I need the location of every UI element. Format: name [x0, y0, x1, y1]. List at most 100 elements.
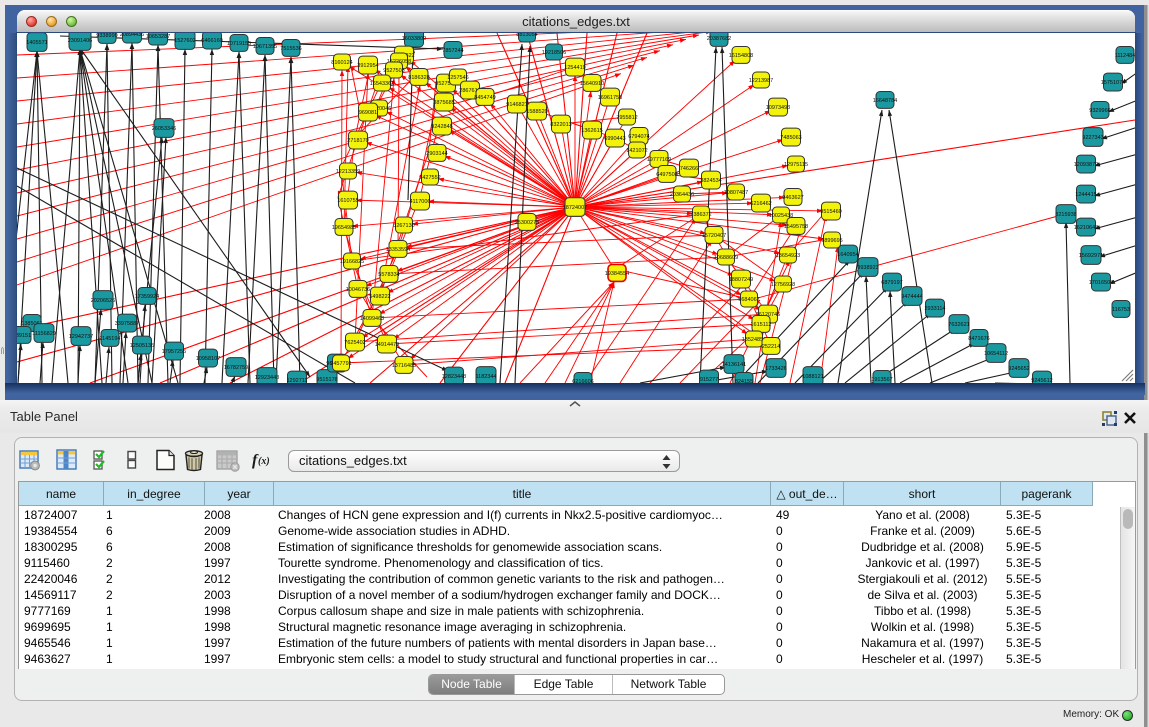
svg-text:16154808: 16154808 [729, 53, 753, 59]
svg-text:5578334: 5578334 [378, 272, 399, 278]
svg-text:20364436: 20364436 [670, 192, 694, 198]
svg-text:10807487: 10807487 [724, 190, 748, 196]
svg-text:8813054: 8813054 [516, 33, 537, 38]
svg-text:1640954: 1640954 [837, 252, 858, 258]
svg-text:20894436: 20894436 [120, 33, 144, 38]
svg-text:8454749: 8454749 [474, 95, 495, 101]
svg-text:9684067: 9684067 [738, 297, 759, 303]
svg-text:3912954: 3912954 [357, 63, 378, 69]
svg-text:969081: 969081 [359, 110, 377, 116]
svg-text:1362615: 1362615 [581, 128, 602, 134]
svg-text:16543362: 16543362 [370, 81, 394, 87]
svg-text:14136141: 14136141 [722, 362, 746, 368]
svg-text:12756928: 12756928 [771, 282, 795, 288]
svg-text:7955812: 7955812 [616, 115, 637, 121]
svg-text:1254419: 1254419 [564, 65, 585, 71]
svg-text:116753: 116753 [1112, 307, 1130, 313]
svg-text:16961758: 16961758 [598, 95, 622, 101]
svg-text:9474444: 9474444 [901, 294, 922, 300]
svg-text:746266: 746266 [680, 166, 698, 172]
svg-text:11156829: 11156829 [32, 331, 56, 337]
svg-text:3824534: 3824534 [700, 178, 721, 184]
svg-text:15751074: 15751074 [1101, 80, 1125, 86]
svg-text:9242848: 9242848 [431, 124, 452, 130]
svg-text:15692971: 15692971 [1079, 253, 1103, 259]
svg-text:15640910: 15640910 [580, 81, 604, 87]
svg-text:4117006: 4117006 [409, 199, 430, 205]
svg-text:19654985: 19654985 [332, 225, 356, 231]
svg-text:26053346: 26053346 [152, 126, 176, 132]
svg-text:139151: 139151 [17, 333, 31, 339]
svg-text:8215938: 8215938 [1055, 212, 1076, 218]
svg-text:9227343: 9227343 [1082, 135, 1103, 141]
svg-text:9938923: 9938923 [857, 265, 878, 271]
svg-text:1182344: 1182344 [475, 374, 496, 380]
svg-text:8471676: 8471676 [968, 336, 989, 342]
svg-text:9146821: 9146821 [506, 102, 527, 108]
svg-text:17957255: 17957255 [162, 349, 186, 355]
svg-text:13654923: 13654923 [776, 253, 800, 259]
svg-text:20387682: 20387682 [707, 36, 731, 42]
svg-text:12213987: 12213987 [749, 78, 773, 84]
svg-text:25300273: 25300273 [515, 220, 539, 226]
svg-text:15495758: 15495758 [784, 224, 808, 230]
svg-text:8160124: 8160124 [331, 60, 352, 66]
svg-text:10958107: 10958107 [196, 356, 220, 362]
svg-text:16782759: 16782759 [224, 365, 248, 371]
svg-text:9899695: 9899695 [821, 238, 842, 244]
svg-text:18807249: 18807249 [729, 277, 753, 283]
svg-text:3875685: 3875685 [433, 100, 454, 106]
svg-text:2933114: 2933114 [924, 306, 945, 312]
svg-text:1615112: 1615112 [750, 322, 771, 328]
svg-text:5498222: 5498222 [369, 294, 390, 300]
svg-text:10671355: 10671355 [253, 44, 277, 50]
svg-text:7485063: 7485063 [780, 135, 801, 141]
svg-text:12942737: 12942737 [69, 334, 93, 340]
svg-text:7857244: 7857244 [442, 48, 463, 54]
svg-text:1421072: 1421072 [626, 148, 647, 154]
svg-text:9427552: 9427552 [419, 175, 440, 181]
svg-text:13716485: 13716485 [392, 363, 416, 369]
svg-text:6466160: 6466160 [201, 38, 222, 44]
svg-text:1145194: 1145194 [99, 336, 120, 342]
svg-text:1610755: 1610755 [337, 198, 358, 204]
svg-text:10719155: 10719155 [227, 41, 251, 47]
svg-text:16033809: 16033809 [402, 36, 426, 42]
svg-text:7625402: 7625402 [344, 340, 365, 346]
svg-text:19777169: 19777169 [647, 157, 671, 163]
svg-text:17359924: 17359924 [135, 294, 159, 300]
svg-text:12923448: 12923448 [255, 375, 279, 381]
svg-text:1527602: 1527602 [174, 38, 195, 44]
svg-text:6879197: 6879197 [881, 280, 902, 286]
svg-text:6990443: 6990443 [604, 136, 625, 142]
svg-text:7632621: 7632621 [948, 322, 969, 328]
svg-text:19166825: 19166825 [340, 259, 364, 265]
svg-text:9329966: 9329966 [1089, 108, 1110, 114]
svg-text:1733426: 1733426 [765, 366, 786, 372]
svg-text:1112484: 1112484 [1115, 53, 1135, 59]
svg-text:252214: 252214 [762, 344, 780, 350]
svg-text:1257546: 1257546 [447, 75, 468, 81]
svg-text:1588520: 1588520 [526, 109, 547, 115]
svg-text:12823448: 12823448 [442, 374, 466, 380]
svg-text:20206526: 20206526 [91, 298, 115, 304]
svg-text:17016504: 17016504 [1089, 280, 1113, 286]
svg-text:8322013: 8322013 [550, 122, 571, 128]
svg-text:19384554: 19384554 [605, 271, 629, 277]
svg-text:12975115: 12975115 [784, 162, 808, 168]
svg-text:8186328: 8186328 [408, 75, 429, 81]
svg-text:7515536: 7515536 [280, 46, 301, 52]
svg-text:16210643: 16210643 [1074, 225, 1098, 231]
svg-text:9338999: 9338999 [96, 33, 117, 39]
svg-text:10046736: 10046736 [346, 287, 370, 293]
svg-text:9527503: 9527503 [383, 68, 404, 74]
svg-text:16648784: 16648784 [873, 98, 897, 104]
svg-text:12213359: 12213359 [336, 169, 360, 175]
svg-text:6497508: 6497508 [656, 172, 677, 178]
svg-text:12505135: 12505135 [130, 343, 154, 349]
svg-text:9463627: 9463627 [782, 195, 803, 201]
svg-text:10653287: 10653287 [146, 34, 170, 40]
svg-text:1088121: 1088121 [802, 374, 823, 380]
svg-text:6794074: 6794074 [628, 134, 649, 140]
svg-text:9457791: 9457791 [330, 361, 351, 367]
